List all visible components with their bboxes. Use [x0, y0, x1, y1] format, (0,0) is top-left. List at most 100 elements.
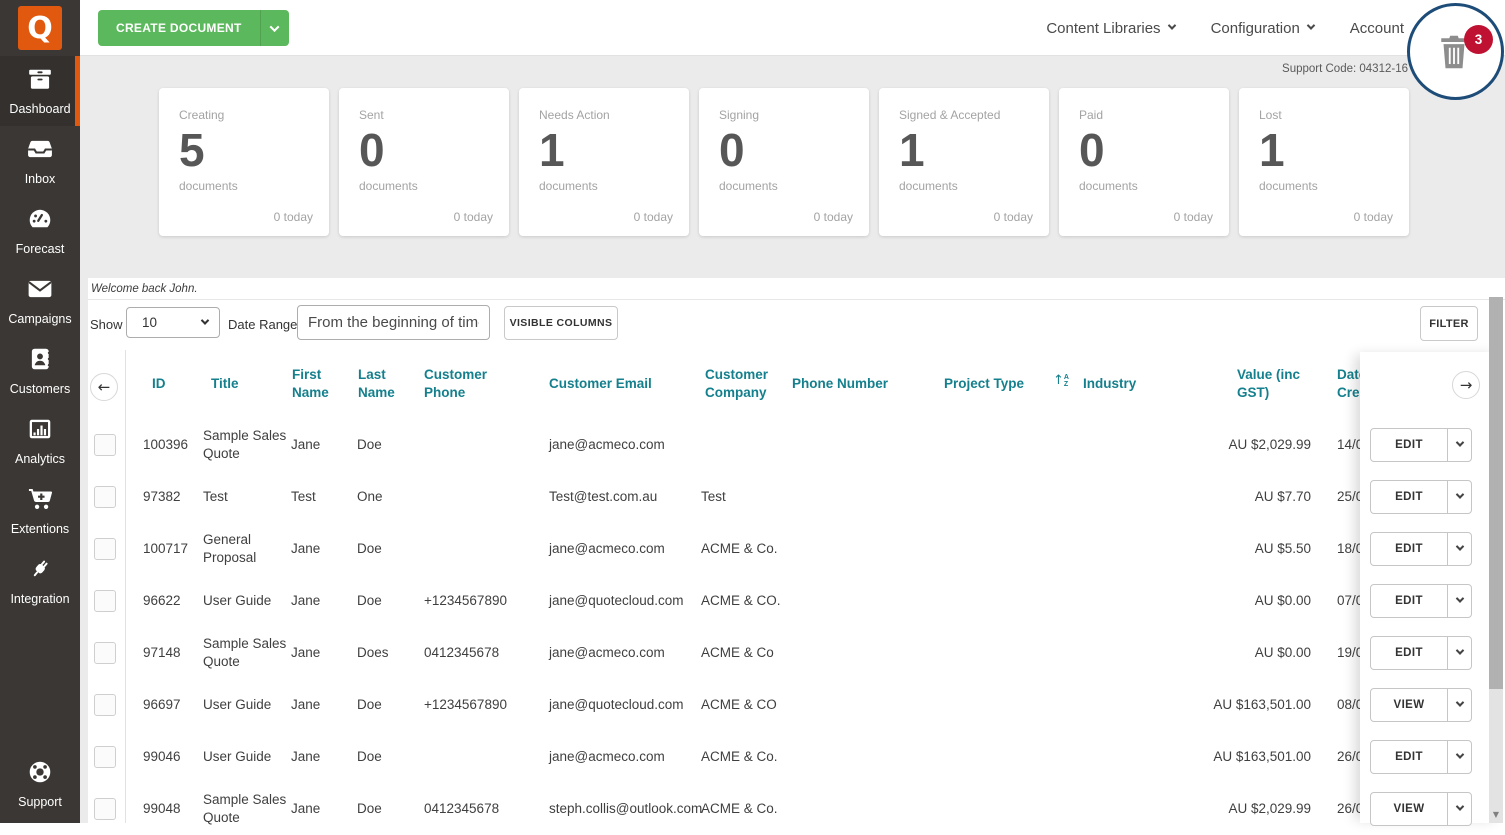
row-checkbox[interactable] [94, 538, 116, 560]
cell-customer-company: ACME & Co [701, 644, 821, 662]
create-document-dropdown[interactable] [260, 10, 289, 46]
sidebar-item-integration[interactable]: Integration [0, 546, 80, 616]
deleted-documents-button[interactable]: 3 [1407, 3, 1504, 100]
column-header-value[interactable]: Value (inc GST) [1237, 350, 1321, 418]
stat-card[interactable]: Sent 0 documents 0 today [339, 88, 509, 236]
chevron-down-icon [1167, 21, 1175, 29]
row-action-dropdown[interactable] [1447, 585, 1471, 617]
row-action-label[interactable]: VIEW [1371, 689, 1447, 721]
date-range-input[interactable] [297, 305, 490, 340]
row-action-label[interactable]: EDIT [1371, 481, 1447, 513]
row-action-button[interactable]: EDIT [1370, 636, 1472, 670]
welcome-message: Welcome back John. [88, 278, 1505, 300]
row-action-button[interactable]: EDIT [1370, 740, 1472, 774]
row-action-dropdown[interactable] [1447, 793, 1471, 825]
column-header-title[interactable]: Title [211, 350, 239, 418]
app-logo[interactable]: Q [0, 0, 80, 56]
row-checkbox[interactable] [94, 642, 116, 664]
show-entries-select[interactable]: 10 [126, 307, 220, 338]
cell-id: 97382 [143, 488, 198, 506]
row-action-dropdown[interactable] [1447, 533, 1471, 565]
sidebar-item-extentions[interactable]: Extentions [0, 476, 80, 546]
chevron-down-icon [1455, 594, 1463, 602]
sidebar-item-forecast[interactable]: Forecast [0, 196, 80, 266]
row-action-label[interactable]: VIEW [1371, 793, 1447, 825]
row-checkbox[interactable] [94, 434, 116, 456]
trash-count-badge: 3 [1464, 25, 1493, 54]
stat-unit: documents [1259, 179, 1389, 193]
nav-account[interactable]: Account [1342, 20, 1412, 37]
nav-content-libraries[interactable]: Content Libraries [1038, 20, 1182, 37]
row-action-dropdown[interactable] [1447, 637, 1471, 669]
column-header-last-name[interactable]: Last Name [358, 350, 404, 418]
cell-customer-phone: +1234567890 [424, 696, 529, 714]
row-action-label[interactable]: EDIT [1371, 637, 1447, 669]
stat-card[interactable]: Paid 0 documents 0 today [1059, 88, 1229, 236]
create-document-button[interactable]: CREATE DOCUMENT [98, 10, 289, 46]
row-action-dropdown[interactable] [1447, 741, 1471, 773]
row-action-button[interactable]: EDIT [1370, 584, 1472, 618]
sidebar-item-campaigns[interactable]: Campaigns [0, 266, 80, 336]
column-header-industry[interactable]: Industry [1083, 350, 1136, 418]
cell-last-name: Doe [357, 540, 415, 558]
arrow-left-icon: ← [98, 378, 111, 396]
column-header-customer-phone[interactable]: Customer Phone [424, 350, 504, 418]
sort-az-icon[interactable]: ↑AZ [1053, 374, 1069, 389]
row-action-buttons: EDIT EDIT EDIT EDIT [1370, 428, 1472, 826]
stat-unit: documents [899, 179, 1029, 193]
row-action-button[interactable]: EDIT [1370, 480, 1472, 514]
row-action-label[interactable]: EDIT [1371, 585, 1447, 617]
sidebar-item-analytics[interactable]: Analytics [0, 406, 80, 476]
column-header-customer-company[interactable]: Customer Company [705, 350, 785, 418]
row-action-label[interactable]: EDIT [1371, 429, 1447, 461]
scrollbar-thumb[interactable] [1489, 297, 1503, 689]
cell-first-name: Jane [291, 696, 346, 714]
sidebar-item-inbox[interactable]: Inbox [0, 126, 80, 196]
scroll-columns-left-button[interactable]: ← [90, 373, 118, 401]
sidebar-item-customers[interactable]: Customers [0, 336, 80, 406]
stat-card[interactable]: Creating 5 documents 0 today [159, 88, 329, 236]
top-bar: CREATE DOCUMENT Content Libraries Config… [80, 0, 1505, 56]
column-header-project-type[interactable]: Project Type [944, 350, 1024, 418]
filter-button[interactable]: FILTER [1420, 306, 1478, 341]
stat-today: 0 today [1174, 210, 1213, 224]
row-actions-panel: → EDIT EDIT EDIT [1360, 352, 1505, 823]
visible-columns-button[interactable]: VISIBLE COLUMNS [504, 306, 618, 340]
column-header-id[interactable]: ID [152, 350, 166, 418]
create-document-label[interactable]: CREATE DOCUMENT [98, 10, 260, 46]
sidebar-item-support[interactable]: Support [0, 749, 80, 819]
life-ring-icon [27, 759, 53, 790]
sidebar-item-label: Inbox [25, 172, 56, 186]
row-action-dropdown[interactable] [1447, 481, 1471, 513]
vertical-scrollbar[interactable]: ▼ [1489, 297, 1503, 823]
scroll-columns-right-button[interactable]: → [1452, 371, 1480, 399]
row-action-button[interactable]: VIEW [1370, 792, 1472, 826]
row-checkbox[interactable] [94, 590, 116, 612]
scrollbar-down-arrow[interactable]: ▼ [1489, 807, 1503, 821]
cell-id: 96622 [143, 592, 198, 610]
row-checkbox[interactable] [94, 746, 116, 768]
cell-customer-phone: 0412345678 [424, 800, 529, 818]
stat-unit: documents [179, 179, 309, 193]
row-checkbox[interactable] [94, 798, 116, 820]
column-header-phone-number[interactable]: Phone Number [792, 350, 888, 418]
row-checkbox[interactable] [94, 486, 116, 508]
cell-last-name: One [357, 488, 415, 506]
stat-card[interactable]: Lost 1 documents 0 today [1239, 88, 1409, 236]
stat-label: Paid [1079, 108, 1209, 122]
row-action-button[interactable]: EDIT [1370, 428, 1472, 462]
stat-card[interactable]: Needs Action 1 documents 0 today [519, 88, 689, 236]
row-action-button[interactable]: VIEW [1370, 688, 1472, 722]
sidebar-item-dashboard[interactable]: Dashboard [0, 56, 80, 126]
row-action-button[interactable]: EDIT [1370, 532, 1472, 566]
column-header-first-name[interactable]: First Name [292, 350, 340, 418]
row-action-dropdown[interactable] [1447, 689, 1471, 721]
row-action-dropdown[interactable] [1447, 429, 1471, 461]
row-action-label[interactable]: EDIT [1371, 533, 1447, 565]
stat-card[interactable]: Signing 0 documents 0 today [699, 88, 869, 236]
nav-configuration[interactable]: Configuration [1203, 20, 1322, 37]
row-checkbox[interactable] [94, 694, 116, 716]
row-action-label[interactable]: EDIT [1371, 741, 1447, 773]
stat-card[interactable]: Signed & Accepted 1 documents 0 today [879, 88, 1049, 236]
column-header-customer-email[interactable]: Customer Email [549, 350, 652, 418]
